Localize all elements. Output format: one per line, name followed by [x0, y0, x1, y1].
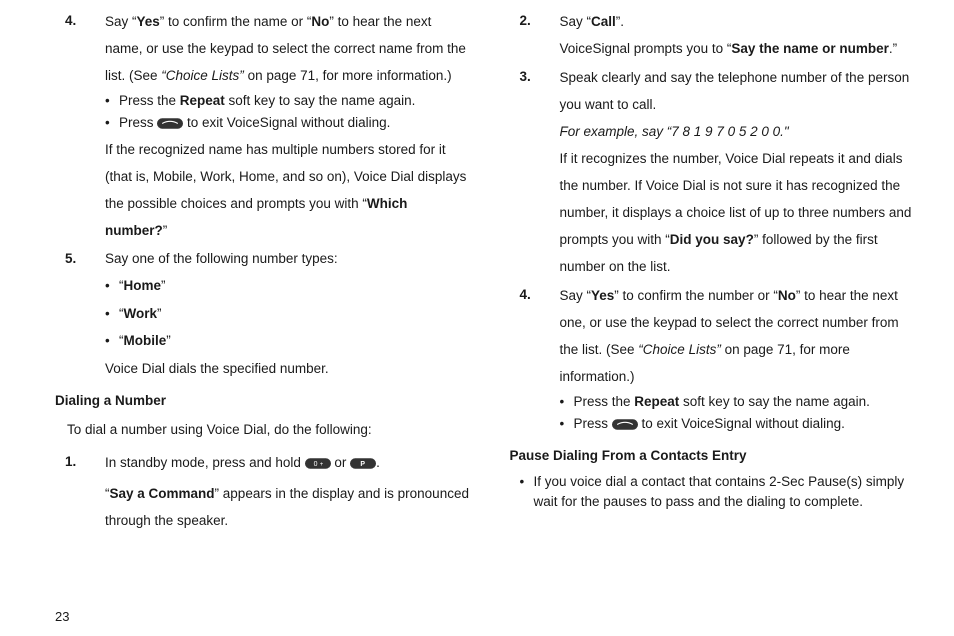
text: Say “: [105, 14, 137, 29]
yes-text: Yes: [591, 288, 614, 303]
repeat-text: Repeat: [180, 93, 225, 108]
zero-key-icon: [305, 458, 331, 469]
repeat-text: Repeat: [634, 394, 679, 409]
say-command-text: Say a Command: [110, 486, 215, 501]
dialing-heading: Dialing a Number: [55, 388, 470, 414]
text: to exit VoiceSignal without dialing.: [183, 115, 390, 130]
work-text: Work: [124, 306, 158, 321]
step-number: 2.: [510, 8, 560, 62]
text: .”: [889, 41, 897, 56]
text: to exit VoiceSignal without dialing.: [638, 416, 845, 431]
text: soft key to say the name again.: [679, 394, 870, 409]
sub-bullet: •Press to exit VoiceSignal without diali…: [105, 113, 470, 133]
text: If you voice dial a contact that contain…: [534, 472, 920, 513]
text: ” to confirm the number or “: [614, 288, 778, 303]
step-body: Say “Call”. VoiceSignal prompts you to “…: [560, 8, 920, 62]
text: ” to confirm the name or “: [160, 14, 312, 29]
ref-text: “Choice Lists”: [161, 68, 244, 83]
text: Say “: [560, 288, 592, 303]
text: or: [331, 455, 351, 470]
text: In standby mode, press and hold: [105, 455, 305, 470]
dial-step-3: 3. Speak clearly and say the telephone n…: [510, 64, 920, 280]
step-4: 4. Say “Yes” to confirm the name or “No ”…: [55, 8, 470, 244]
step-body: Speak clearly and say the telephone numb…: [560, 64, 920, 280]
step-number: 4.: [55, 8, 105, 244]
mobile-text: Mobile: [124, 333, 167, 348]
step-body: In standby mode, press and hold or . “Sa…: [105, 449, 470, 534]
text: Press: [574, 416, 612, 431]
end-key-icon: [612, 419, 638, 430]
text: Press: [119, 115, 157, 130]
step-number: 5.: [55, 246, 105, 382]
page-number: 23: [55, 609, 69, 624]
right-column: 2. Say “Call”. VoiceSignal prompts you t…: [490, 8, 925, 626]
text: on page 71, for more information.): [244, 68, 452, 83]
say-name-text: Say the name or number: [731, 41, 889, 56]
text: If the recognized name has multiple numb…: [105, 142, 466, 211]
text: Speak clearly and say the telephone numb…: [560, 70, 910, 112]
home-text: Home: [124, 278, 162, 293]
text: Say one of the following number types:: [105, 251, 338, 266]
call-text: Call: [591, 14, 616, 29]
step-number: 4.: [510, 282, 560, 437]
sub-bullet: •Press the Repeat soft key to say the na…: [560, 392, 920, 412]
sub-bullet: •Press to exit VoiceSignal without diali…: [560, 414, 920, 434]
text: soft key to say the name again.: [225, 93, 416, 108]
text: Say “: [560, 14, 592, 29]
end-key-icon: [157, 118, 183, 129]
example-text: For example, say “7 8 1 9 7 0 5 2 0 0.": [560, 124, 789, 139]
yes-text: Yes: [137, 14, 160, 29]
pause-bullet: •If you voice dial a contact that contai…: [520, 472, 920, 513]
text: Press the: [574, 394, 635, 409]
text: Press the: [119, 93, 180, 108]
dial-step-4: 4. Say “Yes” to confirm the number or “N…: [510, 282, 920, 437]
text: .: [376, 455, 380, 470]
dial-step-1: 1. In standby mode, press and hold or . …: [55, 449, 470, 534]
step-5: 5. Say one of the following number types…: [55, 246, 470, 382]
sub-bullet: •Press the Repeat soft key to say the na…: [105, 91, 470, 111]
text: Voice Dial dials the specified number.: [105, 361, 329, 376]
step-body: Say “Yes” to confirm the number or “No” …: [560, 282, 920, 437]
text: ”.: [616, 14, 624, 29]
step-body: Say “Yes” to confirm the name or “No ” to…: [105, 8, 470, 244]
left-column: 4. Say “Yes” to confirm the name or “No ”…: [55, 8, 490, 626]
step-number: 3.: [510, 64, 560, 280]
text: ”: [163, 223, 168, 238]
sub-bullet: •“Work”: [105, 301, 470, 327]
dial-step-2: 2. Say “Call”. VoiceSignal prompts you t…: [510, 8, 920, 62]
step-number: 1.: [55, 449, 105, 534]
text: VoiceSignal prompts you to “: [560, 41, 732, 56]
ref-text: “Choice Lists”: [638, 342, 721, 357]
sub-bullet: •“Home”: [105, 273, 470, 299]
no-text: No: [311, 14, 329, 29]
dialing-intro: To dial a number using Voice Dial, do th…: [67, 417, 470, 443]
did-you-say-text: Did you say?: [670, 232, 754, 247]
p-key-icon: [350, 458, 376, 469]
pause-heading: Pause Dialing From a Contacts Entry: [510, 443, 920, 469]
sub-bullet: •“Mobile”: [105, 328, 470, 354]
step-body: Say one of the following number types: •…: [105, 246, 470, 382]
no-text: No: [778, 288, 796, 303]
